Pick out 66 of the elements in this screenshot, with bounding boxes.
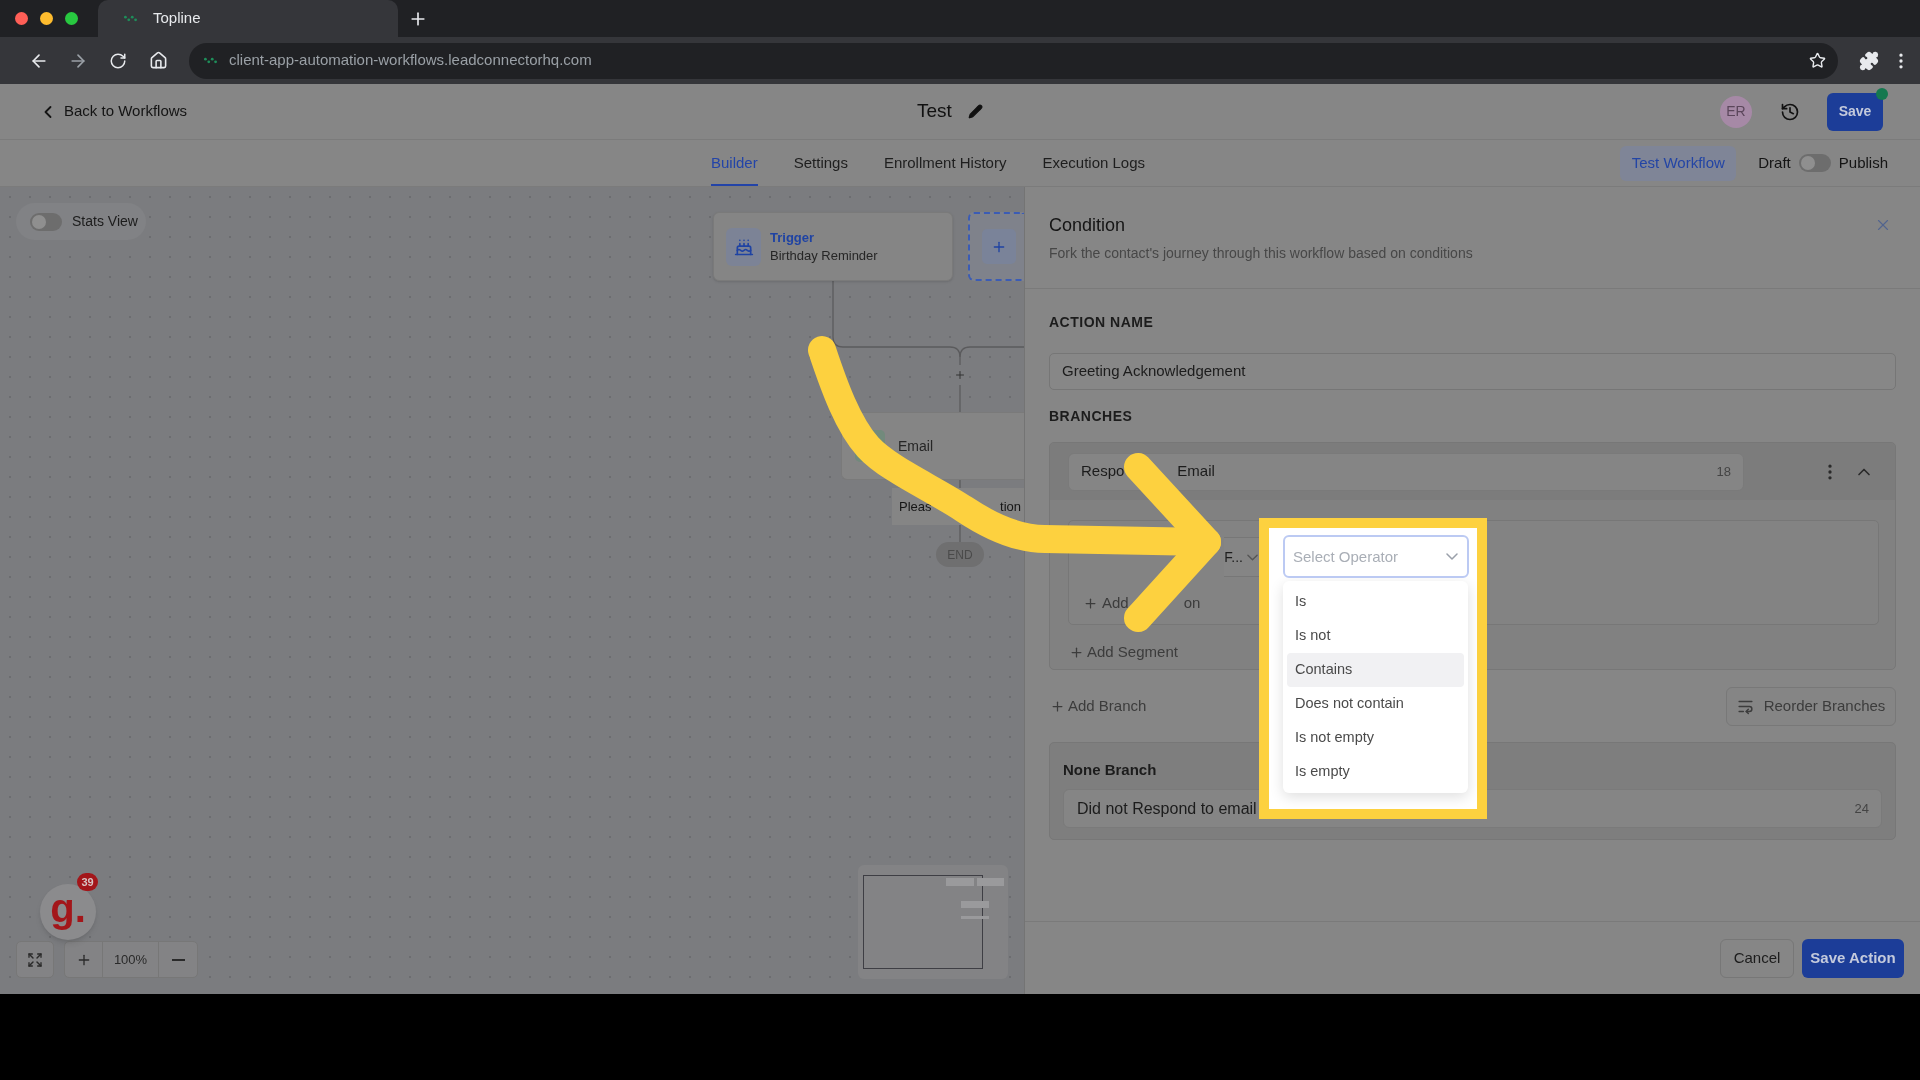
back-link[interactable]: Back to Workflows — [38, 100, 188, 123]
draft-label: Draft — [1758, 152, 1791, 173]
minimap-node — [977, 878, 1004, 886]
chevron-down-icon — [1247, 553, 1258, 561]
tab[interactable]: Settings — [793, 140, 848, 186]
address-bar[interactable]: client-app-automation-workflows.leadconnectorhq.com — [189, 42, 1838, 79]
section-label: ACTION NAME — [1049, 313, 1154, 332]
add-step-node[interactable] — [968, 212, 1024, 281]
character-count: 18 — [1716, 462, 1731, 481]
fit-view-button[interactable] — [16, 941, 54, 978]
chevron-down-icon — [1446, 553, 1458, 560]
minimize-window-icon[interactable] — [40, 12, 53, 25]
cake-icon — [726, 227, 761, 266]
branch-name-field[interactable]: Respo Email 18 — [1068, 452, 1744, 491]
reorder-icon — [1736, 698, 1754, 715]
add-segment-link[interactable]: Add Segment — [1069, 642, 1178, 662]
menu-option[interactable]: Contains — [1287, 653, 1464, 687]
reorder-branches-button[interactable]: Reorder Branches — [1726, 687, 1896, 726]
stats-view-label: Stats View — [72, 212, 138, 231]
save-action-button[interactable]: Save Action — [1802, 938, 1904, 978]
save-button[interactable]: Save — [1827, 92, 1883, 131]
tab[interactable]: Execution Logs — [1042, 140, 1146, 186]
reload-icon[interactable] — [109, 51, 127, 70]
publish-label: Publish — [1838, 152, 1888, 173]
notification-badge: 39 — [77, 873, 98, 891]
section-label: BRANCHES — [1049, 407, 1133, 426]
puzzle-icon[interactable] — [1859, 50, 1879, 71]
trigger-title: Trigger — [770, 228, 816, 247]
panel-subtitle: Fork the contact's journey through this workflow based on conditions — [1049, 244, 1473, 263]
toggle-switch[interactable] — [1798, 154, 1831, 172]
plus-icon — [1069, 644, 1084, 660]
trigger-node[interactable]: Trigger Birthday Reminder — [713, 212, 953, 281]
note-text: tion — [1000, 497, 1021, 516]
field-select[interactable]: F... — [1224, 537, 1260, 577]
maximize-window-icon[interactable] — [65, 12, 78, 25]
dots-icon — [204, 57, 217, 64]
workflow-title: Test — [917, 99, 952, 124]
node-label: Email — [898, 436, 933, 456]
cancel-button[interactable]: Cancel — [1720, 938, 1794, 978]
panel-title: Condition — [1049, 214, 1126, 237]
dots-icon — [124, 15, 137, 22]
toggle-switch[interactable] — [30, 212, 62, 231]
star-icon[interactable] — [1809, 52, 1826, 69]
browser-tab[interactable]: Topline — [98, 0, 398, 37]
home-icon[interactable] — [149, 51, 168, 70]
trigger-subtitle: Birthday Reminder — [770, 246, 878, 265]
plus-icon — [1083, 595, 1098, 611]
close-window-icon[interactable] — [15, 12, 28, 25]
tab[interactable]: Enrollment History — [883, 140, 1007, 186]
operator-select[interactable]: Select Operator — [1283, 535, 1469, 578]
none-branch-label: None Branch — [1063, 760, 1157, 780]
history-icon[interactable] — [1780, 101, 1800, 122]
character-count: 24 — [1854, 799, 1869, 818]
add-branch-link[interactable]: Add Branch — [1050, 695, 1147, 718]
expand-icon — [27, 951, 43, 968]
zoom-level: 100% — [103, 942, 159, 977]
minus-icon — [171, 958, 185, 961]
add-condition-link[interactable]: Add on — [1083, 593, 1201, 613]
action-name-field[interactable]: Greeting Acknowledgement — [1049, 353, 1896, 390]
minimap-node — [961, 901, 989, 908]
test-workflow-button[interactable]: Test Workflow — [1620, 145, 1737, 181]
plus-icon — [982, 229, 1016, 264]
note-text: Pleas — [899, 497, 932, 516]
pencil-icon[interactable] — [967, 104, 983, 119]
user-avatar[interactable]: ER — [1720, 95, 1752, 128]
plus-icon — [1050, 699, 1065, 714]
